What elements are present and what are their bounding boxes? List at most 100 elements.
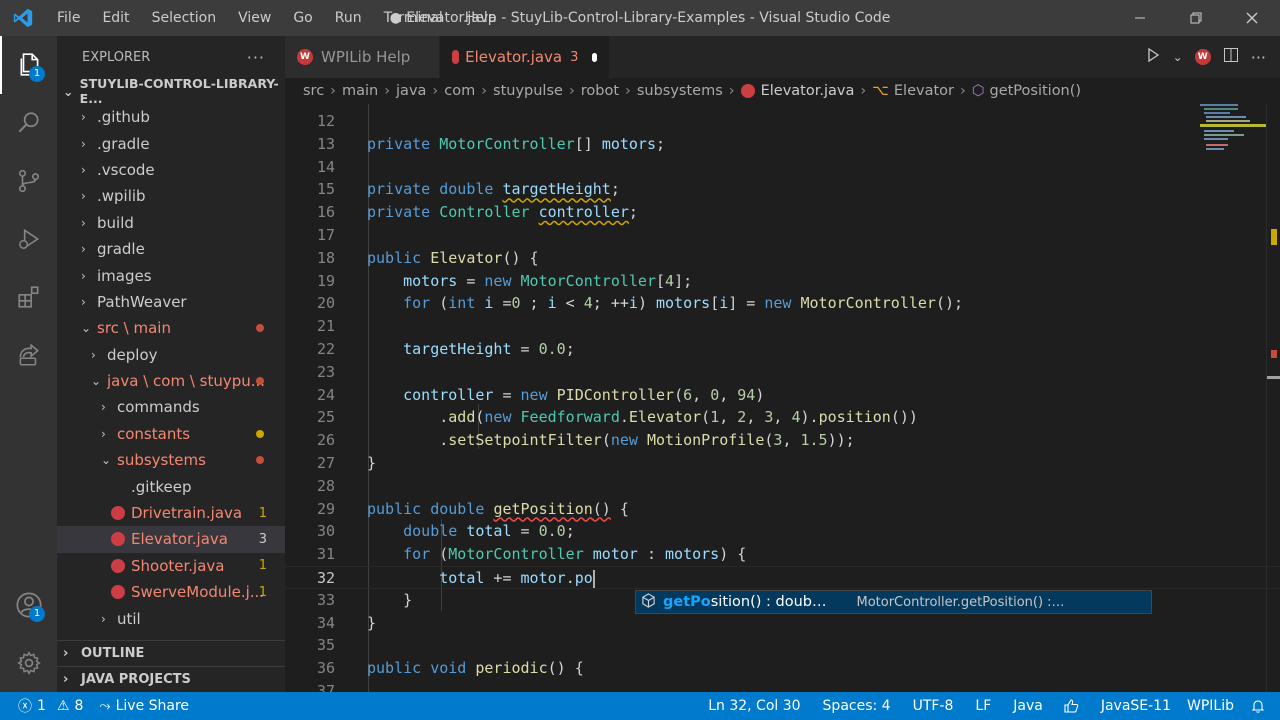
- code-line[interactable]: 27}: [285, 452, 1280, 475]
- code-line[interactable]: 12: [285, 110, 1280, 133]
- breadcrumb-item[interactable]: com: [444, 83, 475, 99]
- eol-status[interactable]: LF: [967, 692, 999, 720]
- code-line[interactable]: 19 motors = new MotorController[4];: [285, 270, 1280, 293]
- tree-item[interactable]: .gitkeep: [57, 473, 285, 499]
- tree-item[interactable]: ⌄ src \ main: [57, 315, 285, 341]
- code-line[interactable]: 26 .setSetpointFilter(new MotionProfile(…: [285, 429, 1280, 452]
- tab-elevator-java[interactable]: Elevator.java 3: [440, 36, 610, 78]
- menu-file[interactable]: File: [46, 0, 91, 36]
- minimap[interactable]: [1200, 104, 1266, 692]
- code-line[interactable]: 15 private double targetHeight;: [285, 178, 1280, 201]
- accounts-icon[interactable]: 1: [0, 576, 57, 634]
- indentation-status[interactable]: Spaces: 4: [815, 692, 899, 720]
- code-line[interactable]: 16 private Controller controller;: [285, 201, 1280, 224]
- code-line[interactable]: 24 controller = new PIDController(6, 0, …: [285, 384, 1280, 407]
- workspace-root[interactable]: ⌄ STUYLIB-CONTROL-LIBRARY-E...: [57, 76, 285, 106]
- breadcrumb-item[interactable]: subsystems: [637, 83, 723, 99]
- breadcrumb-item[interactable]: Elevator: [894, 83, 954, 99]
- unsaved-dot-icon[interactable]: [592, 52, 597, 62]
- outline-section[interactable]: › OUTLINE: [57, 640, 285, 666]
- manage-gear-icon[interactable]: [0, 634, 57, 692]
- source-control-icon[interactable]: [0, 152, 57, 210]
- code-line[interactable]: 31 for (MotorController motor : motors) …: [285, 543, 1280, 566]
- search-icon[interactable]: [0, 94, 57, 152]
- java-version-status[interactable]: JavaSE-11: [1093, 692, 1179, 720]
- tree-item[interactable]: › PathWeaver: [57, 289, 285, 315]
- more-actions-icon[interactable]: ···: [247, 48, 265, 67]
- tree-item[interactable]: › deploy: [57, 342, 285, 368]
- tree-item[interactable]: › util: [57, 605, 285, 631]
- code-line[interactable]: 21: [285, 315, 1280, 338]
- code-line[interactable]: 20 for (int i =0 ; i < 4; ++i) motors[i]…: [285, 292, 1280, 315]
- minimize-button[interactable]: [1112, 0, 1168, 36]
- tree-item[interactable]: ⌄ java \ com \ stuypu...: [57, 368, 285, 394]
- tree-item[interactable]: Elevator.java 3: [57, 526, 285, 553]
- wpilib-status[interactable]: WPILib: [1179, 692, 1242, 720]
- breadcrumb-item[interactable]: java: [396, 83, 426, 99]
- breadcrumb-item[interactable]: robot: [581, 83, 619, 99]
- breadcrumb-item[interactable]: stuypulse: [493, 83, 563, 99]
- code-line[interactable]: 36 public void periodic() {: [285, 657, 1280, 680]
- tree-item[interactable]: Drivetrain.java 1: [57, 500, 285, 526]
- tree-item[interactable]: › .github: [57, 104, 285, 130]
- code-line[interactable]: 30 double total = 0.0;: [285, 520, 1280, 543]
- tree-item[interactable]: Shooter.java 1: [57, 553, 285, 579]
- run-debug-icon[interactable]: [0, 210, 57, 268]
- split-editor-icon[interactable]: [1223, 47, 1239, 67]
- restore-button[interactable]: [1168, 0, 1224, 36]
- breadcrumb-item[interactable]: Elevator.java: [761, 83, 855, 99]
- menu-run[interactable]: Run: [324, 0, 373, 36]
- tree-item[interactable]: › .wpilib: [57, 183, 285, 209]
- code-line[interactable]: 34}: [285, 612, 1280, 635]
- tree-item[interactable]: SwerveModule.j... 1: [57, 579, 285, 605]
- feedback-thumb-icon[interactable]: [1055, 692, 1087, 720]
- notifications-bell-icon[interactable]: [1242, 692, 1280, 720]
- close-button[interactable]: [1224, 0, 1280, 36]
- code-line[interactable]: 18 public Elevator() {: [285, 247, 1280, 270]
- menu-go[interactable]: Go: [282, 0, 323, 36]
- code-line[interactable]: 14: [285, 156, 1280, 179]
- java-projects-section[interactable]: › JAVA PROJECTS: [57, 666, 285, 692]
- tree-item[interactable]: › build: [57, 210, 285, 236]
- encoding-status[interactable]: UTF-8: [905, 692, 962, 720]
- code-line[interactable]: 17: [285, 224, 1280, 247]
- tree-item[interactable]: › .gradle: [57, 130, 285, 156]
- code-line[interactable]: 13 private MotorController[] motors;: [285, 133, 1280, 156]
- extensions-icon[interactable]: [0, 268, 57, 326]
- more-actions-icon[interactable]: ···: [1251, 48, 1266, 67]
- code-line[interactable]: 28: [285, 475, 1280, 498]
- code-line[interactable]: 29 public double getPosition() {: [285, 498, 1280, 521]
- breadcrumb-item[interactable]: main: [342, 83, 378, 99]
- breadcrumb-item[interactable]: getPosition(): [989, 83, 1081, 99]
- wpilib-command-icon[interactable]: W: [1194, 49, 1211, 65]
- menu-edit[interactable]: Edit: [91, 0, 140, 36]
- tree-item[interactable]: › constants: [57, 421, 285, 447]
- tree-item[interactable]: ⌄ subsystems: [57, 447, 285, 473]
- chevron-down-icon[interactable]: ⌄: [1173, 50, 1183, 64]
- menu-help[interactable]: Help: [454, 0, 508, 36]
- tab-wpilib-help[interactable]: W WPILib Help: [285, 36, 440, 78]
- tree-item[interactable]: › gradle: [57, 236, 285, 262]
- remote-explorer-icon[interactable]: [0, 326, 57, 384]
- problems-status[interactable]: ⓧ 1 ⚠ 8: [0, 692, 91, 720]
- live-share-status[interactable]: ⤳ Live Share: [91, 692, 197, 720]
- code-line[interactable]: 25 .add(new Feedforward.Elevator(1, 2, 3…: [285, 406, 1280, 429]
- code-line[interactable]: 37: [285, 680, 1280, 692]
- cursor-position-status[interactable]: Ln 32, Col 30: [700, 692, 808, 720]
- run-icon[interactable]: [1145, 47, 1161, 67]
- code-line[interactable]: 23: [285, 361, 1280, 384]
- tree-item[interactable]: › .vscode: [57, 157, 285, 183]
- breadcrumb-item[interactable]: src: [303, 83, 324, 99]
- menu-selection[interactable]: Selection: [141, 0, 228, 36]
- code-line[interactable]: 35: [285, 634, 1280, 657]
- explorer-icon[interactable]: 1: [0, 36, 57, 94]
- code-line[interactable]: 22 targetHeight = 0.0;: [285, 338, 1280, 361]
- tree-item[interactable]: › images: [57, 262, 285, 288]
- menu-terminal[interactable]: Terminal: [373, 0, 454, 36]
- language-status[interactable]: Java: [1005, 692, 1051, 720]
- suggestion-item[interactable]: getPosition() : doub… MotorController.ge…: [635, 590, 1152, 614]
- menu-view[interactable]: View: [227, 0, 282, 36]
- code-line[interactable]: 32 total += motor.po: [285, 566, 1280, 589]
- tree-item[interactable]: › commands: [57, 394, 285, 420]
- vertical-scrollbar[interactable]: [1266, 104, 1280, 692]
